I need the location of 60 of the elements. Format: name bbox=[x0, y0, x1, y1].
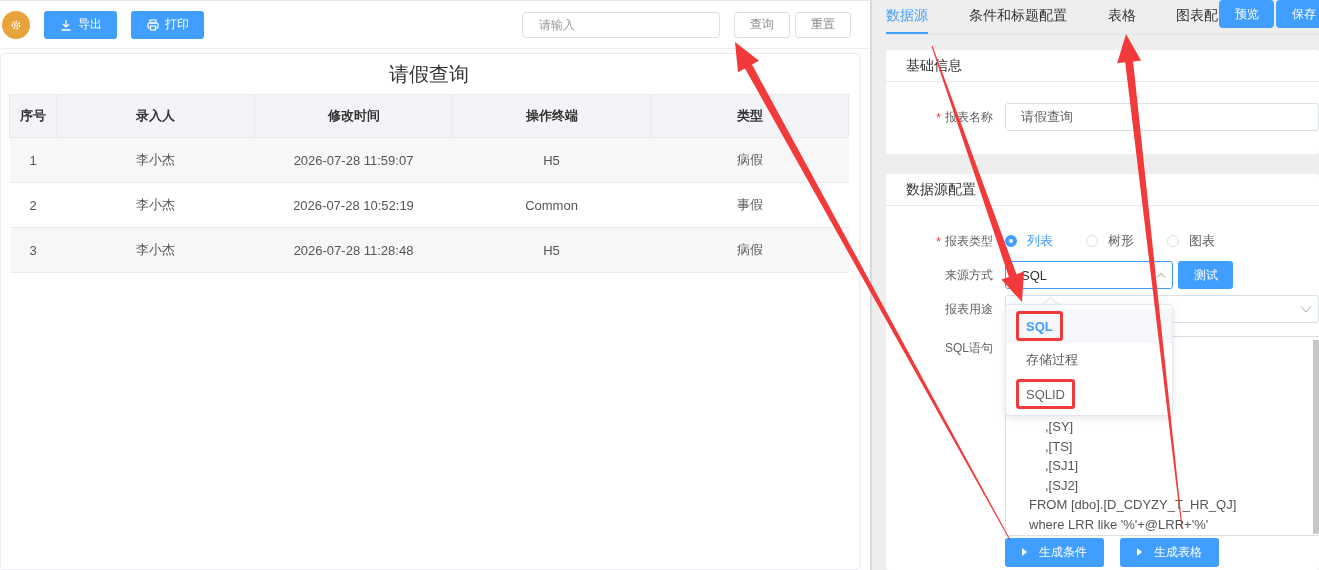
table-cell: 2026-07-28 11:28:48 bbox=[254, 227, 453, 273]
tab[interactable]: 表格 bbox=[1108, 0, 1136, 34]
tab[interactable]: 数据源 bbox=[886, 0, 928, 34]
table-cell: 2026-07-28 11:59:07 bbox=[254, 137, 453, 183]
preview-button[interactable]: 预览 bbox=[1219, 0, 1274, 28]
tab[interactable]: 图表配 bbox=[1176, 0, 1218, 34]
play-icon bbox=[1137, 548, 1142, 556]
table-cell: 3 bbox=[9, 227, 57, 273]
column-header: 修改时间 bbox=[254, 94, 453, 138]
generate-button[interactable]: 生成表格 bbox=[1120, 537, 1219, 567]
code-line: ,[SY] bbox=[1044, 418, 1075, 436]
field-label: 来源方式 bbox=[945, 267, 993, 284]
required-mark: * bbox=[935, 234, 941, 248]
field-label: 报表类型 bbox=[945, 233, 993, 250]
caret-icon bbox=[1156, 272, 1166, 278]
table-cell: 病假 bbox=[650, 227, 849, 273]
table-cell: H5 bbox=[452, 227, 651, 273]
settings-icon[interactable] bbox=[2, 10, 30, 39]
table-cell: H5 bbox=[452, 137, 651, 183]
table-cell: 病假 bbox=[650, 137, 849, 183]
column-header: 操作终端 bbox=[452, 94, 651, 138]
scrollbar[interactable] bbox=[1313, 340, 1319, 534]
radio-label[interactable]: 列表 bbox=[1027, 232, 1053, 250]
report-title: 请假查询 bbox=[388, 62, 470, 87]
dropdown-option[interactable]: 存储过程 bbox=[1006, 343, 1172, 377]
generate-button[interactable]: 生成条件 bbox=[1005, 537, 1104, 567]
test-button[interactable]: 测试 bbox=[1178, 261, 1233, 289]
query-button[interactable]: 查询 bbox=[734, 11, 790, 38]
radio-button[interactable] bbox=[1005, 235, 1017, 247]
play-icon bbox=[1022, 548, 1027, 556]
reset-button[interactable]: 重置 bbox=[795, 11, 851, 38]
radio-label[interactable]: 图表 bbox=[1189, 232, 1215, 250]
toolbar-button[interactable]: 导出 bbox=[44, 10, 117, 39]
code-line: ,[SJ2] bbox=[1044, 476, 1080, 495]
field-label: SQL语句 bbox=[945, 340, 993, 357]
table-cell: 1 bbox=[9, 137, 57, 183]
table-cell: 2 bbox=[9, 182, 57, 228]
field-label: 报表用途 bbox=[945, 301, 993, 318]
radio-label[interactable]: 树形 bbox=[1108, 232, 1134, 250]
dropdown-option[interactable]: SQL bbox=[1006, 309, 1172, 343]
caret-icon bbox=[1300, 305, 1312, 313]
table-cell: 李小杰 bbox=[56, 182, 255, 228]
save-button[interactable]: 保存 bbox=[1276, 0, 1319, 28]
table-cell: 2026-07-28 10:52:19 bbox=[254, 182, 453, 228]
table-cell: Common bbox=[452, 182, 651, 228]
table-cell: 李小杰 bbox=[56, 227, 255, 273]
column-header: 类型 bbox=[650, 94, 849, 138]
text-field[interactable]: 请假查询 bbox=[1005, 103, 1319, 131]
download-icon bbox=[59, 18, 72, 31]
required-mark: * bbox=[935, 110, 941, 124]
printer-icon bbox=[146, 18, 159, 31]
dropdown-option[interactable]: SQLID bbox=[1006, 377, 1172, 411]
code-line: ,[TS] bbox=[1044, 437, 1074, 456]
column-header: 序号 bbox=[9, 94, 57, 138]
search-field[interactable]: 请输入 bbox=[522, 11, 720, 38]
tab[interactable]: 条件和标题配置 bbox=[969, 0, 1067, 34]
table-cell: 李小杰 bbox=[56, 137, 255, 183]
column-header: 录入人 bbox=[56, 94, 255, 138]
code-line: ,[SJ1] bbox=[1044, 457, 1080, 475]
toolbar-button[interactable]: 打印 bbox=[131, 10, 204, 39]
